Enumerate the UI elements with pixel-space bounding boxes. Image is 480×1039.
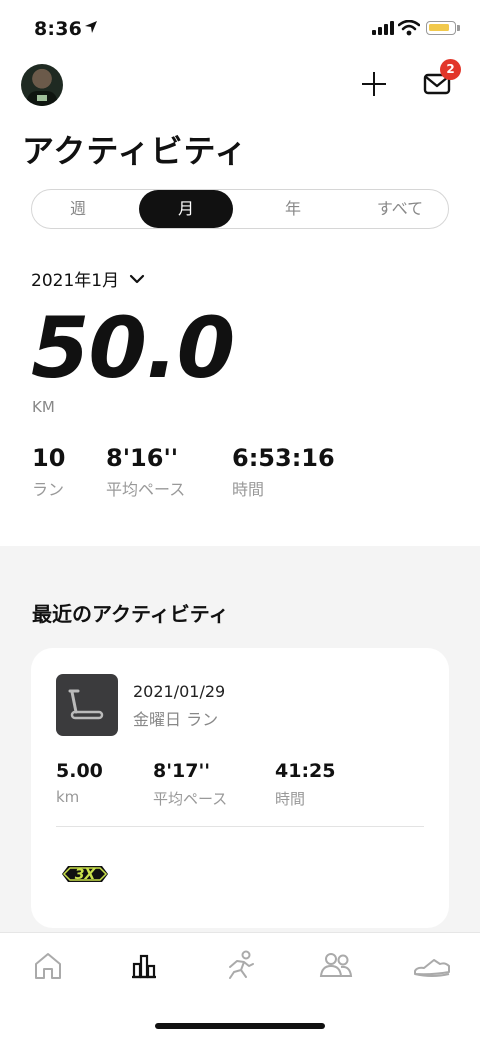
stat-label: 時間 <box>232 480 265 499</box>
stat-value: 8'17'' <box>153 760 211 782</box>
status-time: 8:36 <box>34 18 83 40</box>
stat-label: km <box>56 788 80 806</box>
segment-year[interactable]: 年 <box>246 190 340 228</box>
stat-value: 5.00 <box>56 760 103 782</box>
wifi-icon <box>398 20 420 36</box>
activity-chart-icon <box>132 954 156 979</box>
battery-icon <box>426 21 460 35</box>
stat-value: 6:53:16 <box>232 444 335 472</box>
tab-club[interactable] <box>316 947 356 983</box>
tab-shoes[interactable] <box>412 947 452 983</box>
activity-distance: 5.00 km <box>56 760 103 806</box>
tab-home[interactable] <box>28 947 68 983</box>
home-icon <box>35 953 61 979</box>
stat-value: 41:25 <box>275 760 336 782</box>
club-icon <box>319 953 353 977</box>
total-distance: 50.0 <box>31 299 235 397</box>
svg-text:3X: 3X <box>75 867 97 883</box>
runner-icon <box>229 950 254 979</box>
segment-week[interactable]: 週 <box>32 190 124 228</box>
recent-activities-section: 最近のアクティビティ 2021/01/29 金曜日 ラン 5.00 km 8'1… <box>0 546 480 936</box>
stat-label: 平均ペース <box>153 790 228 808</box>
period-selector[interactable]: 2021年1月 <box>31 266 145 291</box>
period-segmented-control: 週 月 年 すべて <box>31 189 449 229</box>
distance-unit: KM <box>32 398 55 416</box>
tab-run[interactable] <box>220 947 260 983</box>
divider <box>56 826 424 827</box>
activity-subtitle: 金曜日 ラン <box>133 710 219 729</box>
avatar[interactable] <box>21 64 63 106</box>
stat-label: 平均ペース <box>106 480 186 499</box>
stat-label: ラン <box>32 480 65 499</box>
cellular-signal-icon <box>372 21 394 35</box>
treadmill-icon <box>56 674 118 736</box>
activity-card[interactable]: 2021/01/29 金曜日 ラン 5.00 km 8'17'' 平均ペース 4… <box>31 648 449 928</box>
activity-duration: 41:25 時間 <box>275 760 335 809</box>
stat-value: 10 <box>32 444 66 472</box>
activity-date: 2021/01/29 <box>133 682 226 701</box>
segment-month[interactable]: 月 <box>139 190 233 228</box>
stat-runs: 10 ラン <box>32 444 65 500</box>
shoe-icon <box>414 959 450 977</box>
status-bar: 8:36 <box>0 0 480 52</box>
achievement-badge-icon: 3X <box>62 866 108 883</box>
screen: 8:36 2 アクティビティ 週 月 年 すべて 2021年1月 50.0 KM… <box>0 0 480 1039</box>
add-icon[interactable] <box>360 70 388 98</box>
stat-value: 8'16'' <box>106 444 179 472</box>
notification-badge: 2 <box>440 59 461 80</box>
tab-bar <box>0 932 480 1039</box>
page-title: アクティビティ <box>22 132 248 170</box>
chevron-down-icon <box>129 274 145 283</box>
stat-label: 時間 <box>275 790 306 808</box>
stat-time: 6:53:16 時間 <box>232 444 335 500</box>
location-arrow-icon <box>85 21 97 33</box>
segment-all[interactable]: すべて <box>352 190 448 228</box>
stat-avg-pace: 8'16'' 平均ペース <box>106 444 185 500</box>
home-indicator <box>155 1023 325 1029</box>
tab-activity[interactable] <box>124 947 164 983</box>
activity-pace: 8'17'' 平均ペース <box>153 760 227 809</box>
section-heading: 最近のアクティビティ <box>32 602 229 626</box>
period-label: 2021年1月 <box>31 271 120 291</box>
